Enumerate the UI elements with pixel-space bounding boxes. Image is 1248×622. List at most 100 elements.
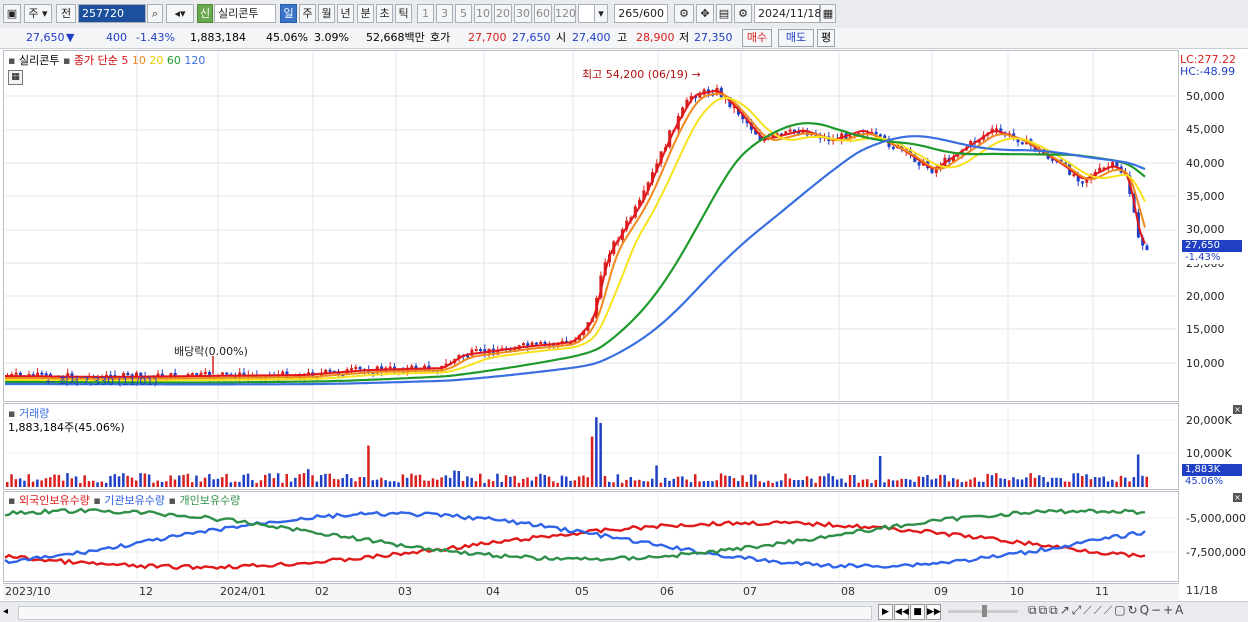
volume-bar [513,475,516,487]
volume-bar [448,477,452,487]
volume-bar [737,481,740,487]
volume-bar [728,476,731,487]
volume-bar [547,476,551,487]
volume-bar [414,475,417,487]
volume-bar [307,469,310,487]
y-tick-35000: 35,000 [1186,190,1225,203]
legend-box-icon: ▪ [62,54,71,67]
volume-bar [556,482,559,487]
volume-bar [371,480,374,487]
horizontal-scrollbar[interactable] [18,606,872,620]
volume-bar [1029,473,1032,487]
candle-body [221,372,224,375]
volume-bar [663,477,667,487]
volume-bar [896,480,899,487]
scroll-left-icon[interactable]: ◂ [3,605,15,619]
volume-bar [814,482,817,487]
volume-bar [380,477,383,487]
volume-bar [397,482,400,487]
candle-body [225,372,229,375]
volume-bar [904,478,908,487]
volume-bar [1007,480,1011,487]
volume-bar [620,482,624,487]
volume-bar [195,475,198,487]
volume-bar [259,480,263,487]
volume-bar [775,481,779,487]
y-tick-15000: 15,000 [1186,323,1225,336]
zoom-slider-handle[interactable] [982,605,987,617]
volume-bar [79,482,82,487]
x-tick: 05 [575,585,589,598]
volume-bar [986,473,989,487]
legend-ma20: 20 [149,54,164,67]
volume-bar [436,479,439,487]
volume-bar [57,474,61,487]
x-tick: 07 [743,585,757,598]
volume-bar [1063,481,1067,487]
volume-bar [487,479,491,487]
volume-bar [117,476,121,487]
min-price-text: 최저 7,330 (11/01) [58,375,158,388]
grid-table-icon[interactable]: ▦ [8,70,23,85]
volume-y-tick-10000k: 10,000K [1186,447,1232,460]
volume-bar [586,477,589,487]
volume-bar [590,436,594,487]
volume-bar [31,481,35,487]
volume-bar [242,474,245,487]
x-tick: 10 [1010,585,1024,598]
close-icon[interactable]: × [1233,493,1242,502]
foreign-holding-line [4,520,1146,571]
volume-bar [147,474,151,487]
drawing-tools[interactable]: ⧉⧉⧉↗⤢⟋⟋⟋▢↻Q−+A [1028,603,1185,618]
volume-bar [668,480,671,487]
candle-body [1081,181,1084,184]
volume-bar [156,480,159,487]
candle-body [410,365,414,368]
candle-body [40,372,44,375]
close-icon[interactable]: × [1233,405,1242,414]
volume-bar [651,478,654,487]
volume-bar [393,481,396,487]
volume-bar [711,481,714,487]
volume-bar [539,473,542,487]
candle-body [18,372,22,376]
volume-bar [577,476,581,487]
volume-bar [229,482,233,487]
y-tick-20000: 20,000 [1186,290,1225,303]
volume-bar [461,480,465,487]
volume-bar [311,475,314,487]
rewind-icon[interactable]: ◀◀ [894,604,909,620]
volume-bar [431,478,435,487]
volume-bar [18,478,22,487]
stop-icon[interactable]: ■ [910,604,925,620]
volume-bar [49,477,52,487]
volume-bar [685,479,688,487]
volume-bar [100,481,104,487]
price-legend: ▪ 실리콘투 ▪ 종가 단순 5 10 20 60 120 [8,52,205,68]
volume-bar [92,480,95,487]
volume-bar [479,473,482,487]
volume-bar [319,475,323,487]
volume-bar [190,482,194,487]
volume-bar [341,477,344,487]
volume-bar [754,474,757,487]
candle-body [474,349,478,352]
legend-box-icon: ▪ [93,494,101,507]
volume-bar [1042,477,1045,487]
current-price-tag: 27,650 [1182,240,1242,252]
bottom-toolbar: ◂ ▶ ◀◀ ■ ▶▶ ⧉⧉⧉↗⤢⟋⟋⟋▢↻Q−+A [0,601,1248,622]
fast-forward-icon[interactable]: ▶▶ [926,604,941,620]
volume-bar [741,475,744,487]
volume-bar [960,482,964,487]
candle-body [1145,245,1149,251]
min-price-note: ← 최저 7,330 (11/01) [46,375,158,388]
candle-body [203,372,207,375]
volume-bar [995,473,998,487]
volume-bar [418,474,422,487]
volume-bar [10,474,13,487]
volume-bar [784,473,787,487]
x-tick: 2024/01 [220,585,266,598]
volume-bar [762,482,766,487]
scroll-right-icon[interactable]: ▶ [878,604,893,620]
x-tick: 11 [1095,585,1109,598]
